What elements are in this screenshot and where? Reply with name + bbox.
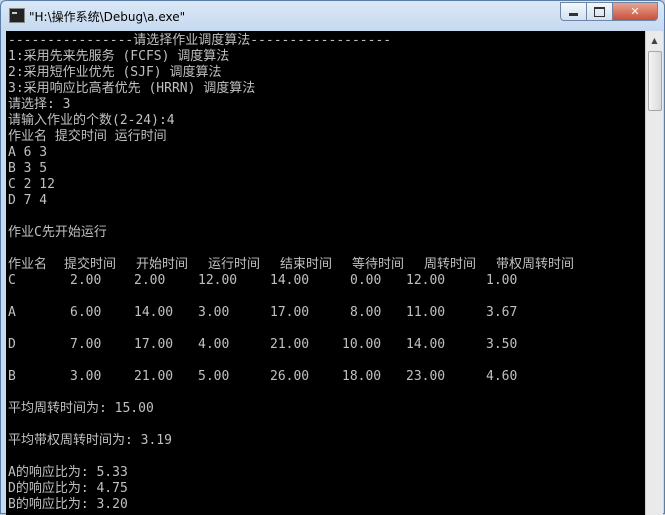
cell-turnaround: 12.00 xyxy=(406,273,446,288)
maximize-button[interactable] xyxy=(587,2,613,21)
col-header: 等待时间 xyxy=(352,257,405,272)
col-header: 周转时间 xyxy=(424,257,477,272)
menu-header: ----------------请选择作业调度算法---------------… xyxy=(8,33,392,48)
arrow-up-icon: ▲ xyxy=(651,36,658,45)
cell-end: 17.00 xyxy=(270,305,310,320)
cell-submit: 2.00 xyxy=(70,273,102,288)
cell-start: 14.00 xyxy=(134,305,174,320)
cell-start: 2.00 xyxy=(134,273,166,288)
cell-run: 4.00 xyxy=(198,337,230,352)
response-ratio-line: B的响应比为: 3.20 xyxy=(8,497,128,512)
console-window: "H:\操作系统\Debug\a.exe" ✕ ----------------… xyxy=(0,0,665,515)
cell-job: B xyxy=(8,369,16,384)
cell-job: A xyxy=(8,305,16,320)
cell-job: D xyxy=(8,337,16,352)
minimize-icon xyxy=(569,13,578,16)
choice-prompt: 请选择: 3 xyxy=(8,97,71,112)
cell-turnaround: 14.00 xyxy=(406,337,446,352)
cell-job: C xyxy=(8,273,16,288)
col-header: 提交时间 xyxy=(64,257,117,272)
table-row: D 7.00 17.00 4.00 21.00 10.00 14.00 3.50 xyxy=(8,337,643,353)
cell-run: 5.00 xyxy=(198,369,230,384)
table-row: C 2.00 2.00 12.00 14.00 0.00 12.00 1.00 xyxy=(8,273,643,289)
cell-wait: 10.00 xyxy=(342,337,382,352)
cell-weighted: 3.50 xyxy=(486,337,518,352)
cell-turnaround: 23.00 xyxy=(406,369,446,384)
cell-wait: 8.00 xyxy=(350,305,382,320)
input-line: C 2 12 xyxy=(8,177,55,192)
cell-submit: 3.00 xyxy=(70,369,102,384)
cell-end: 21.00 xyxy=(270,337,310,352)
table-row: B 3.00 21.00 5.00 26.00 18.00 23.00 4.60 xyxy=(8,369,643,385)
cell-turnaround: 11.00 xyxy=(406,305,446,320)
response-ratio-line: D的响应比为: 4.75 xyxy=(8,481,128,496)
close-button[interactable]: ✕ xyxy=(613,2,658,21)
result-table-header: 作业名 提交时间 开始时间 运行时间 结束时间 等待时间 周转时间 带权周转时间 xyxy=(8,257,643,273)
cell-end: 26.00 xyxy=(270,369,310,384)
menu-option-sjf: 2:采用短作业优先 (SJF) 调度算法 xyxy=(8,65,222,80)
col-header: 结束时间 xyxy=(280,257,333,272)
cell-start: 17.00 xyxy=(134,337,174,352)
response-ratio-line: A的响应比为: 5.33 xyxy=(8,465,128,480)
cell-start: 21.00 xyxy=(134,369,174,384)
input-line: D 7 4 xyxy=(8,193,48,208)
caption-buttons: ✕ xyxy=(560,2,658,21)
input-line: B 3 5 xyxy=(8,161,48,176)
vertical-scrollbar[interactable]: ▲ xyxy=(645,31,663,515)
col-header: 运行时间 xyxy=(208,257,261,272)
title-bar[interactable]: "H:\操作系统\Debug\a.exe" ✕ xyxy=(1,1,664,31)
input-header: 作业名 提交时间 运行时间 xyxy=(8,129,167,144)
console-app-icon xyxy=(9,8,25,23)
cell-end: 14.00 xyxy=(270,273,310,288)
avg-turnaround: 平均周转时间为: 15.00 xyxy=(8,401,154,416)
col-header: 开始时间 xyxy=(136,257,189,272)
maximize-icon xyxy=(594,6,605,17)
scroll-thumb[interactable] xyxy=(648,51,662,111)
window-title: "H:\操作系统\Debug\a.exe" xyxy=(29,10,186,24)
minimize-button[interactable] xyxy=(560,2,587,21)
cell-wait: 18.00 xyxy=(342,369,382,384)
cell-run: 3.00 xyxy=(198,305,230,320)
cell-submit: 7.00 xyxy=(70,337,102,352)
col-header: 作业名 xyxy=(8,257,48,272)
table-row: A 6.00 14.00 3.00 17.00 8.00 11.00 3.67 xyxy=(8,305,643,321)
first-run-message: 作业C先开始运行 xyxy=(8,225,107,240)
scroll-up-button[interactable]: ▲ xyxy=(646,32,663,49)
close-icon: ✕ xyxy=(630,5,640,18)
cell-wait: 0.00 xyxy=(350,273,382,288)
avg-weighted-turnaround: 平均带权周转时间为: 3.19 xyxy=(8,433,172,448)
cell-submit: 6.00 xyxy=(70,305,102,320)
menu-option-fcfs: 1:采用先来先服务 (FCFS) 调度算法 xyxy=(8,49,230,64)
menu-option-hrrn: 3:采用响应比高者优先 (HRRN) 调度算法 xyxy=(8,81,256,96)
input-line: A 6 3 xyxy=(8,145,48,160)
col-header: 带权周转时间 xyxy=(496,257,575,272)
cell-run: 12.00 xyxy=(198,273,238,288)
console-output[interactable]: ----------------请选择作业调度算法---------------… xyxy=(6,31,645,515)
count-prompt: 请输入作业的个数(2-24):4 xyxy=(8,113,175,128)
cell-weighted: 4.60 xyxy=(486,369,518,384)
cell-weighted: 1.00 xyxy=(486,273,518,288)
cell-weighted: 3.67 xyxy=(486,305,518,320)
